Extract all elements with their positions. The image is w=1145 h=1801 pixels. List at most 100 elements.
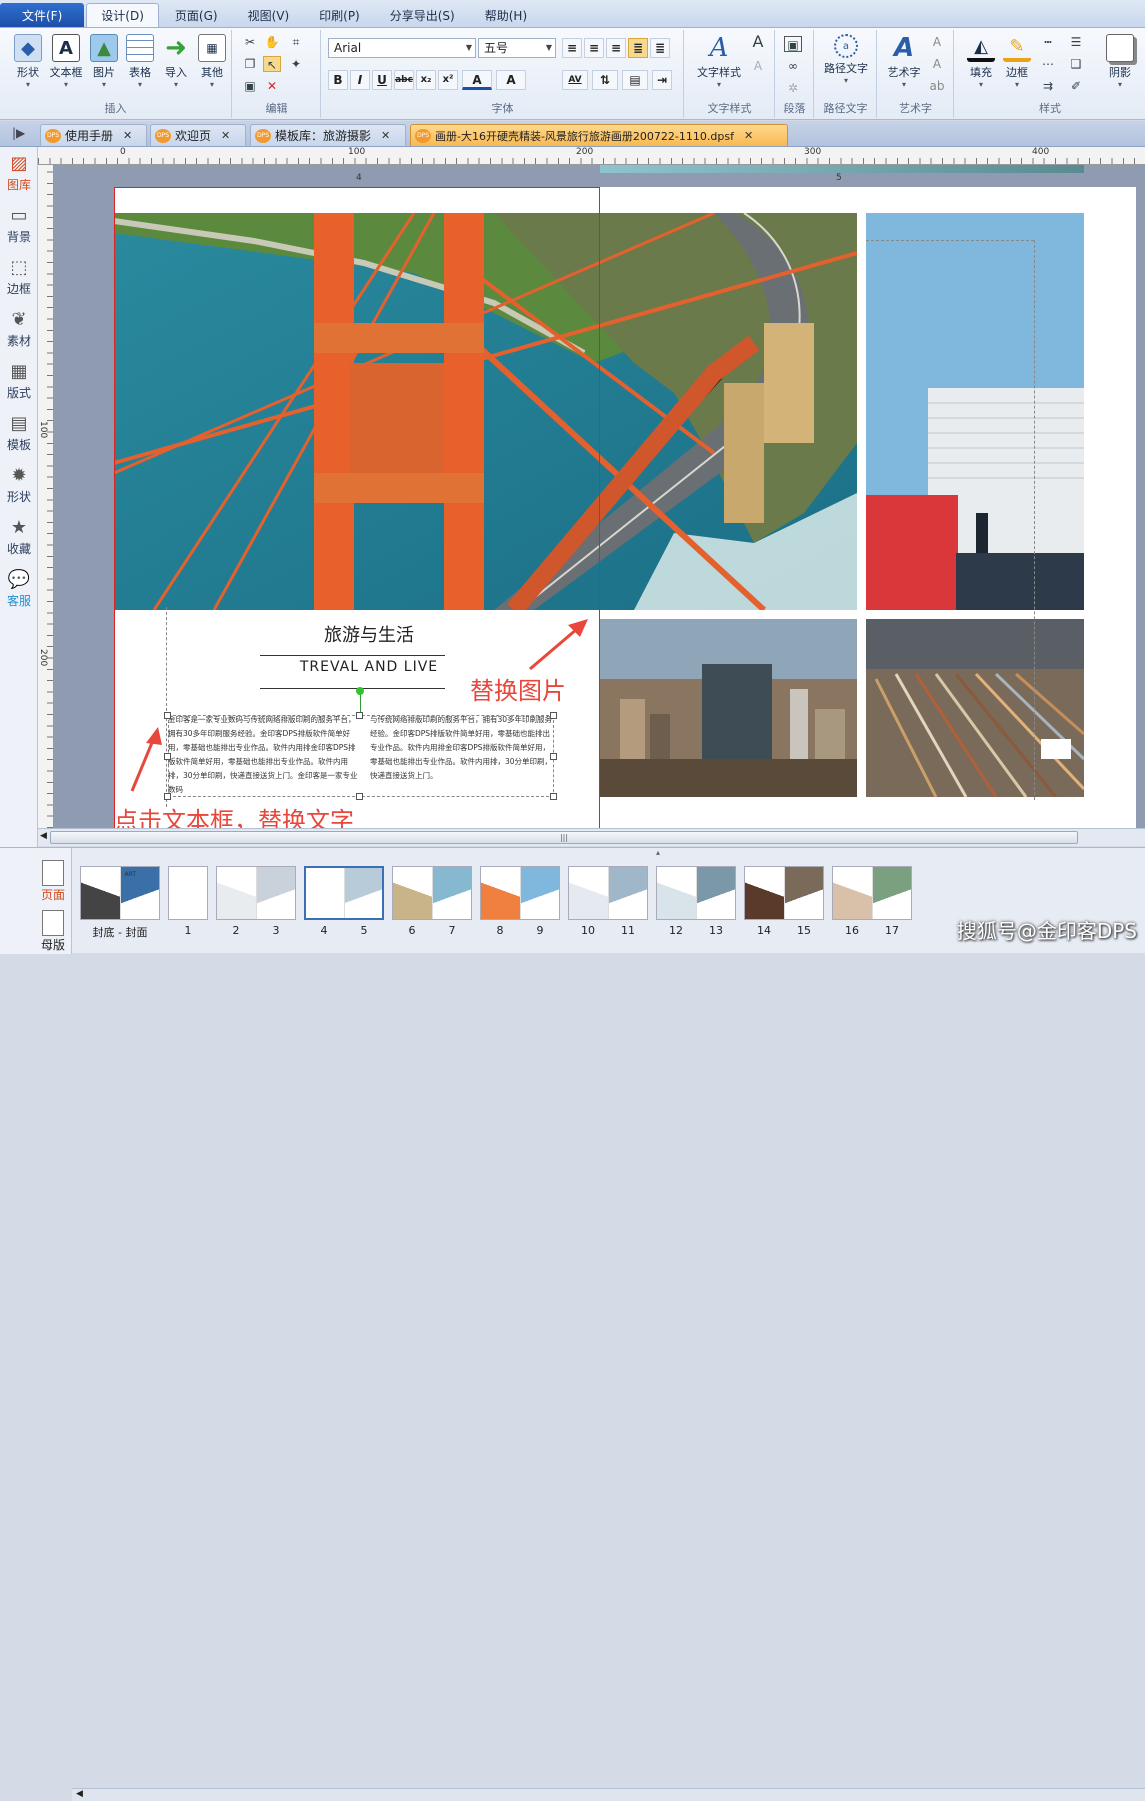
tab-manual[interactable]: DPS 使用手册 ✕: [40, 124, 147, 146]
hand-icon[interactable]: ✋: [263, 34, 281, 50]
font-a-icon[interactable]: A: [749, 34, 767, 50]
resize-handle[interactable]: [356, 712, 363, 719]
records-photo[interactable]: [866, 619, 1084, 797]
italic-button[interactable]: I: [350, 70, 370, 90]
sidebar-item-shape[interactable]: ✹ 形状: [0, 463, 38, 505]
canvas-horizontal-scrollbar[interactable]: ◀ |||: [38, 828, 1145, 846]
align-distribute-button[interactable]: ≣: [650, 38, 670, 58]
menu-view[interactable]: 视图(V): [234, 3, 304, 27]
thumbnail-scrollbar[interactable]: ◀: [72, 1788, 1145, 1801]
shape-button[interactable]: ◆ 形状 ▾: [10, 34, 46, 89]
table-button[interactable]: 表格 ▾: [122, 34, 158, 89]
art-a2-icon[interactable]: A: [928, 56, 946, 72]
design-canvas[interactable]: 4 5 旅游与生活 TREVAL AND LIVE 金印客是一家专业数码与传统网…: [54, 165, 1145, 828]
text-style-button[interactable]: A 文字样式 ▾: [689, 33, 749, 89]
thumbnail-page[interactable]: [304, 866, 384, 920]
image-button[interactable]: ▲ 图片 ▾: [86, 34, 122, 89]
building-photo[interactable]: [866, 213, 1084, 610]
thumbnail-page[interactable]: ART: [80, 866, 160, 920]
brush-icon[interactable]: ✐: [1067, 78, 1085, 94]
resize-handle[interactable]: [550, 793, 557, 800]
thumbnail-page[interactable]: [656, 866, 736, 920]
select-arrow-icon[interactable]: ↖: [263, 56, 281, 72]
delete-icon[interactable]: ✕: [263, 78, 281, 94]
thumbnail-page[interactable]: [216, 866, 296, 920]
unlink-icon[interactable]: ✲: [784, 80, 802, 96]
thumbnail-page[interactable]: [480, 866, 560, 920]
line-style-icon[interactable]: ┅: [1039, 34, 1057, 50]
thumbnail-page[interactable]: [832, 866, 912, 920]
close-icon[interactable]: ✕: [744, 129, 753, 142]
para-spacing-button[interactable]: ▤: [622, 70, 648, 90]
link-icon[interactable]: ∞: [784, 58, 802, 74]
rotate-handle[interactable]: [356, 687, 364, 695]
shadow-button[interactable]: 阴影 ▾: [1101, 34, 1139, 89]
art-ab-icon[interactable]: ab: [928, 78, 946, 94]
path-text-button[interactable]: a 路径文字 ▾: [817, 34, 875, 85]
close-icon[interactable]: ✕: [221, 129, 230, 142]
sidebar-item-background[interactable]: ▭ 背景: [0, 203, 38, 245]
line-spacing-button[interactable]: ⇅: [592, 70, 618, 90]
paste-icon[interactable]: ▣: [241, 78, 259, 94]
font-family-select[interactable]: Arial ▼: [328, 38, 476, 58]
resize-handle[interactable]: [550, 712, 557, 719]
close-icon[interactable]: ✕: [123, 129, 132, 142]
thumbnail-page[interactable]: [168, 866, 208, 920]
scrollbar-thumb[interactable]: |||: [50, 831, 1078, 844]
menu-print[interactable]: 印刷(P): [305, 3, 374, 27]
superscript-button[interactable]: x²: [438, 70, 458, 90]
city-photo[interactable]: [600, 619, 857, 797]
indent-button[interactable]: ⇥: [652, 70, 672, 90]
sidebar-item-gallery[interactable]: ▨ 图库: [0, 151, 38, 193]
line-dash-icon[interactable]: ⋯: [1039, 56, 1057, 72]
line-weight-icon[interactable]: ☰: [1067, 34, 1085, 50]
subscript-button[interactable]: x₂: [416, 70, 436, 90]
text-box-left[interactable]: 金印客是一家专业数码与传统网络排版印刷的服务平台，拥有30多年印刷服务经验。金印…: [168, 713, 358, 799]
thumbnail-page[interactable]: [744, 866, 824, 920]
import-button[interactable]: ➜ 导入 ▾: [158, 33, 194, 89]
align-center-button[interactable]: ≡: [584, 38, 604, 58]
cut-icon[interactable]: ✂: [241, 34, 259, 50]
scroll-left-icon[interactable]: ◀: [76, 1789, 83, 1799]
resize-handle[interactable]: [164, 793, 171, 800]
menu-file[interactable]: 文件(F): [0, 3, 85, 27]
menu-help[interactable]: 帮助(H): [471, 3, 541, 27]
font-a2-icon[interactable]: A: [749, 58, 767, 74]
page-subtitle[interactable]: TREVAL AND LIVE: [254, 659, 484, 675]
layer-icon[interactable]: ❑: [1067, 56, 1085, 72]
crop-icon[interactable]: ⌗: [287, 34, 305, 50]
align-justify-button[interactable]: ≣: [628, 38, 648, 58]
resize-handle[interactable]: [164, 712, 171, 719]
strikethrough-button[interactable]: abc: [394, 70, 414, 90]
text-box-right[interactable]: 与传统网络排版印刷的服务平台，拥有30多年印刷服务经验。金印客DPS排版软件简单…: [370, 713, 554, 799]
bold-button[interactable]: B: [328, 70, 348, 90]
close-icon[interactable]: ✕: [381, 129, 390, 142]
other-button[interactable]: ▦ 其他 ▾: [194, 34, 230, 89]
tab-welcome[interactable]: DPS 欢迎页 ✕: [150, 124, 246, 146]
menu-share-export[interactable]: 分享导出(S): [376, 3, 469, 27]
panel-toggle-icon[interactable]: |▶: [12, 126, 25, 140]
resize-handle[interactable]: [164, 753, 171, 760]
tab-pages[interactable]: 页面: [38, 860, 68, 903]
font-size-select[interactable]: 五号 ▼: [478, 38, 556, 58]
sidebar-item-border[interactable]: ⬚ 边框: [0, 255, 38, 297]
textbox-button[interactable]: A 文本框 ▾: [46, 34, 86, 89]
magic-wand-icon[interactable]: ✦: [287, 56, 305, 72]
align-right-button[interactable]: ≡: [606, 38, 626, 58]
menu-page[interactable]: 页面(G): [161, 3, 232, 27]
bridge-photo[interactable]: [114, 213, 857, 610]
font-effect-button[interactable]: A: [496, 70, 526, 90]
art-a-icon[interactable]: A: [928, 34, 946, 50]
copy-icon[interactable]: ❐: [241, 56, 259, 72]
align-left-button[interactable]: ≡: [562, 38, 582, 58]
char-spacing-button[interactable]: AV: [562, 70, 588, 90]
font-color-button[interactable]: A: [462, 70, 492, 90]
fill-button[interactable]: ◭ 填充 ▾: [963, 34, 999, 89]
thumbnail-page[interactable]: [568, 866, 648, 920]
tab-template-library[interactable]: DPS 模板库：旅游摄影 ✕: [250, 124, 406, 146]
arrow-style-icon[interactable]: ⇉: [1039, 78, 1057, 94]
collapse-icon[interactable]: ▴: [656, 848, 660, 857]
sidebar-item-favorites[interactable]: ★ 收藏: [0, 515, 38, 557]
resize-handle[interactable]: [550, 753, 557, 760]
thumbnail-page[interactable]: [392, 866, 472, 920]
